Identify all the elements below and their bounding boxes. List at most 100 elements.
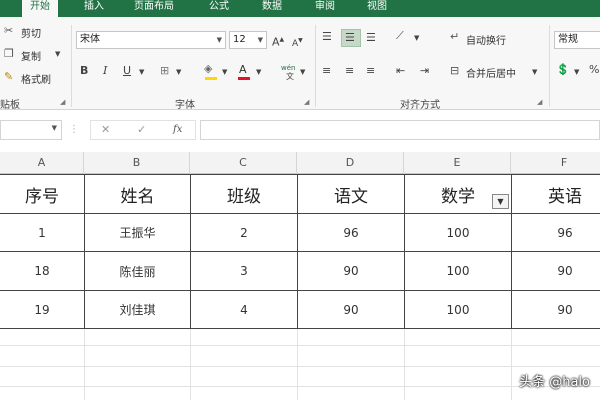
currency-dropdown-icon[interactable]: ▼ [574, 65, 579, 79]
table-cell[interactable]: 90 [512, 291, 600, 328]
tab-data[interactable]: 数据 [262, 0, 282, 17]
column-header-a[interactable]: A [0, 152, 84, 174]
fill-color-icon[interactable]: ◈ [204, 62, 212, 76]
currency-icon[interactable]: 💲 [556, 63, 570, 77]
font-size-value: 12 [233, 34, 246, 45]
insert-function-button[interactable]: fx [173, 123, 182, 137]
grow-font-button[interactable]: A▲ [272, 33, 284, 50]
copy-dropdown-icon[interactable]: ▼ [55, 47, 60, 61]
phonetic-dropdown-icon[interactable]: ▼ [300, 65, 305, 79]
gridline [404, 329, 405, 400]
shrink-font-button[interactable]: A▼ [292, 34, 303, 51]
table-cell[interactable]: 18 [0, 252, 84, 290]
column-header-e[interactable]: E [404, 152, 511, 174]
font-name-select[interactable]: 宋体 ▼ [76, 31, 226, 49]
table-cell[interactable]: 100 [405, 214, 511, 251]
group-divider [71, 25, 72, 107]
alignment-group-label: 对齐方式 [400, 100, 440, 111]
align-left-icon[interactable]: ≡ [322, 64, 331, 78]
column-header-d[interactable]: D [297, 152, 404, 174]
number-format-select[interactable]: 常规 [554, 31, 600, 49]
table-cell[interactable]: 19 [0, 291, 84, 328]
merge-dropdown-icon[interactable]: ▼ [532, 65, 537, 79]
align-center-icon[interactable]: ≡ [345, 64, 354, 78]
formula-input[interactable] [200, 120, 600, 140]
align-right-icon[interactable]: ≡ [366, 64, 375, 78]
chevron-down-icon: ▼ [257, 36, 263, 44]
increase-indent-icon[interactable]: ⇥ [420, 64, 429, 78]
table-cell[interactable]: 96 [298, 214, 404, 251]
tab-view[interactable]: 视图 [367, 0, 387, 17]
group-divider [315, 25, 316, 107]
table-cell[interactable]: 96 [512, 214, 600, 251]
gridline [84, 329, 85, 400]
tab-formulas[interactable]: 公式 [209, 0, 229, 17]
table-cell[interactable]: 1 [0, 214, 84, 251]
cut-button[interactable]: 剪切 [21, 25, 41, 40]
column-header-b[interactable]: B [84, 152, 190, 174]
column-header-c[interactable]: C [190, 152, 297, 174]
merge-center-icon: ⊟ [450, 64, 460, 77]
tab-home[interactable]: 开始 [22, 0, 58, 17]
alignment-launcher-icon[interactable]: ◢ [537, 98, 542, 106]
header-cell-chinese[interactable]: 语文 [298, 175, 404, 213]
font-launcher-icon[interactable]: ◢ [304, 98, 309, 106]
gridline [511, 329, 512, 400]
table-cell[interactable]: 90 [512, 252, 600, 290]
font-name-value: 宋体 [80, 34, 100, 45]
italic-button[interactable]: I [103, 64, 107, 78]
table-cell[interactable]: 90 [298, 252, 404, 290]
font-size-select[interactable]: 12 ▼ [229, 31, 267, 49]
gridline [0, 345, 600, 346]
orientation-dropdown-icon[interactable]: ▼ [414, 31, 419, 45]
gridline [190, 329, 191, 400]
percent-button[interactable]: % [589, 63, 599, 77]
tab-insert[interactable]: 插入 [84, 0, 104, 17]
table-cell[interactable]: 3 [191, 252, 297, 290]
font-color-dropdown-icon[interactable]: ▼ [256, 65, 261, 79]
table-cell[interactable]: 王振华 [85, 214, 190, 251]
header-cell-class[interactable]: 班级 [191, 175, 297, 213]
chevron-down-icon: ▼ [216, 36, 222, 44]
enter-icon[interactable]: ✓ [137, 123, 146, 137]
align-bottom-icon[interactable]: ☰ [366, 31, 376, 45]
tab-page-layout[interactable]: 页面布局 [134, 0, 174, 17]
table-cell[interactable]: 100 [405, 252, 511, 290]
filter-icon: ▼ [497, 197, 504, 206]
border-icon[interactable]: ⊞ [160, 64, 169, 78]
underline-button[interactable]: U [123, 64, 131, 78]
align-top-icon[interactable]: ☰ [322, 30, 332, 44]
merge-center-button[interactable]: 合并后居中 [466, 65, 516, 80]
table-cell[interactable]: 100 [405, 291, 511, 328]
header-cell-seq[interactable]: 序号 [0, 175, 84, 213]
underline-dropdown-icon[interactable]: ▼ [139, 65, 144, 79]
font-color-swatch [238, 77, 250, 80]
orientation-icon[interactable]: ⟋ [396, 29, 404, 43]
bold-button[interactable]: B [80, 64, 88, 78]
ribbon-tab-bar: 开始 插入 页面布局 公式 数据 审阅 视图 [0, 0, 600, 17]
table-border [0, 328, 600, 329]
name-box[interactable]: ▼ [0, 120, 62, 140]
number-format-value: 常规 [558, 34, 578, 45]
clipboard-launcher-icon[interactable]: ◢ [60, 98, 65, 106]
copy-icon: ❐ [4, 47, 14, 60]
wrap-text-button[interactable]: 自动换行 [466, 32, 506, 47]
cancel-icon[interactable]: ✕ [101, 123, 110, 137]
filter-dropdown-button[interactable]: ▼ [492, 194, 509, 209]
border-dropdown-icon[interactable]: ▼ [176, 65, 181, 79]
table-cell[interactable]: 2 [191, 214, 297, 251]
decrease-indent-icon[interactable]: ⇤ [396, 64, 405, 78]
column-header-f[interactable]: F [511, 152, 600, 174]
table-cell[interactable]: 刘佳琪 [85, 291, 190, 328]
table-cell[interactable]: 90 [298, 291, 404, 328]
tab-review[interactable]: 审阅 [315, 0, 335, 17]
table-cell[interactable]: 4 [191, 291, 297, 328]
fill-dropdown-icon[interactable]: ▼ [222, 65, 227, 79]
format-painter-button[interactable]: 格式刷 [21, 71, 51, 86]
header-cell-name[interactable]: 姓名 [85, 175, 190, 213]
table-cell[interactable]: 陈佳丽 [85, 252, 190, 290]
font-color-button[interactable]: A [239, 63, 247, 77]
header-cell-english[interactable]: 英语 [512, 175, 600, 213]
column-headers: A B C D E F [0, 152, 600, 174]
copy-button[interactable]: 复制 [21, 48, 41, 63]
